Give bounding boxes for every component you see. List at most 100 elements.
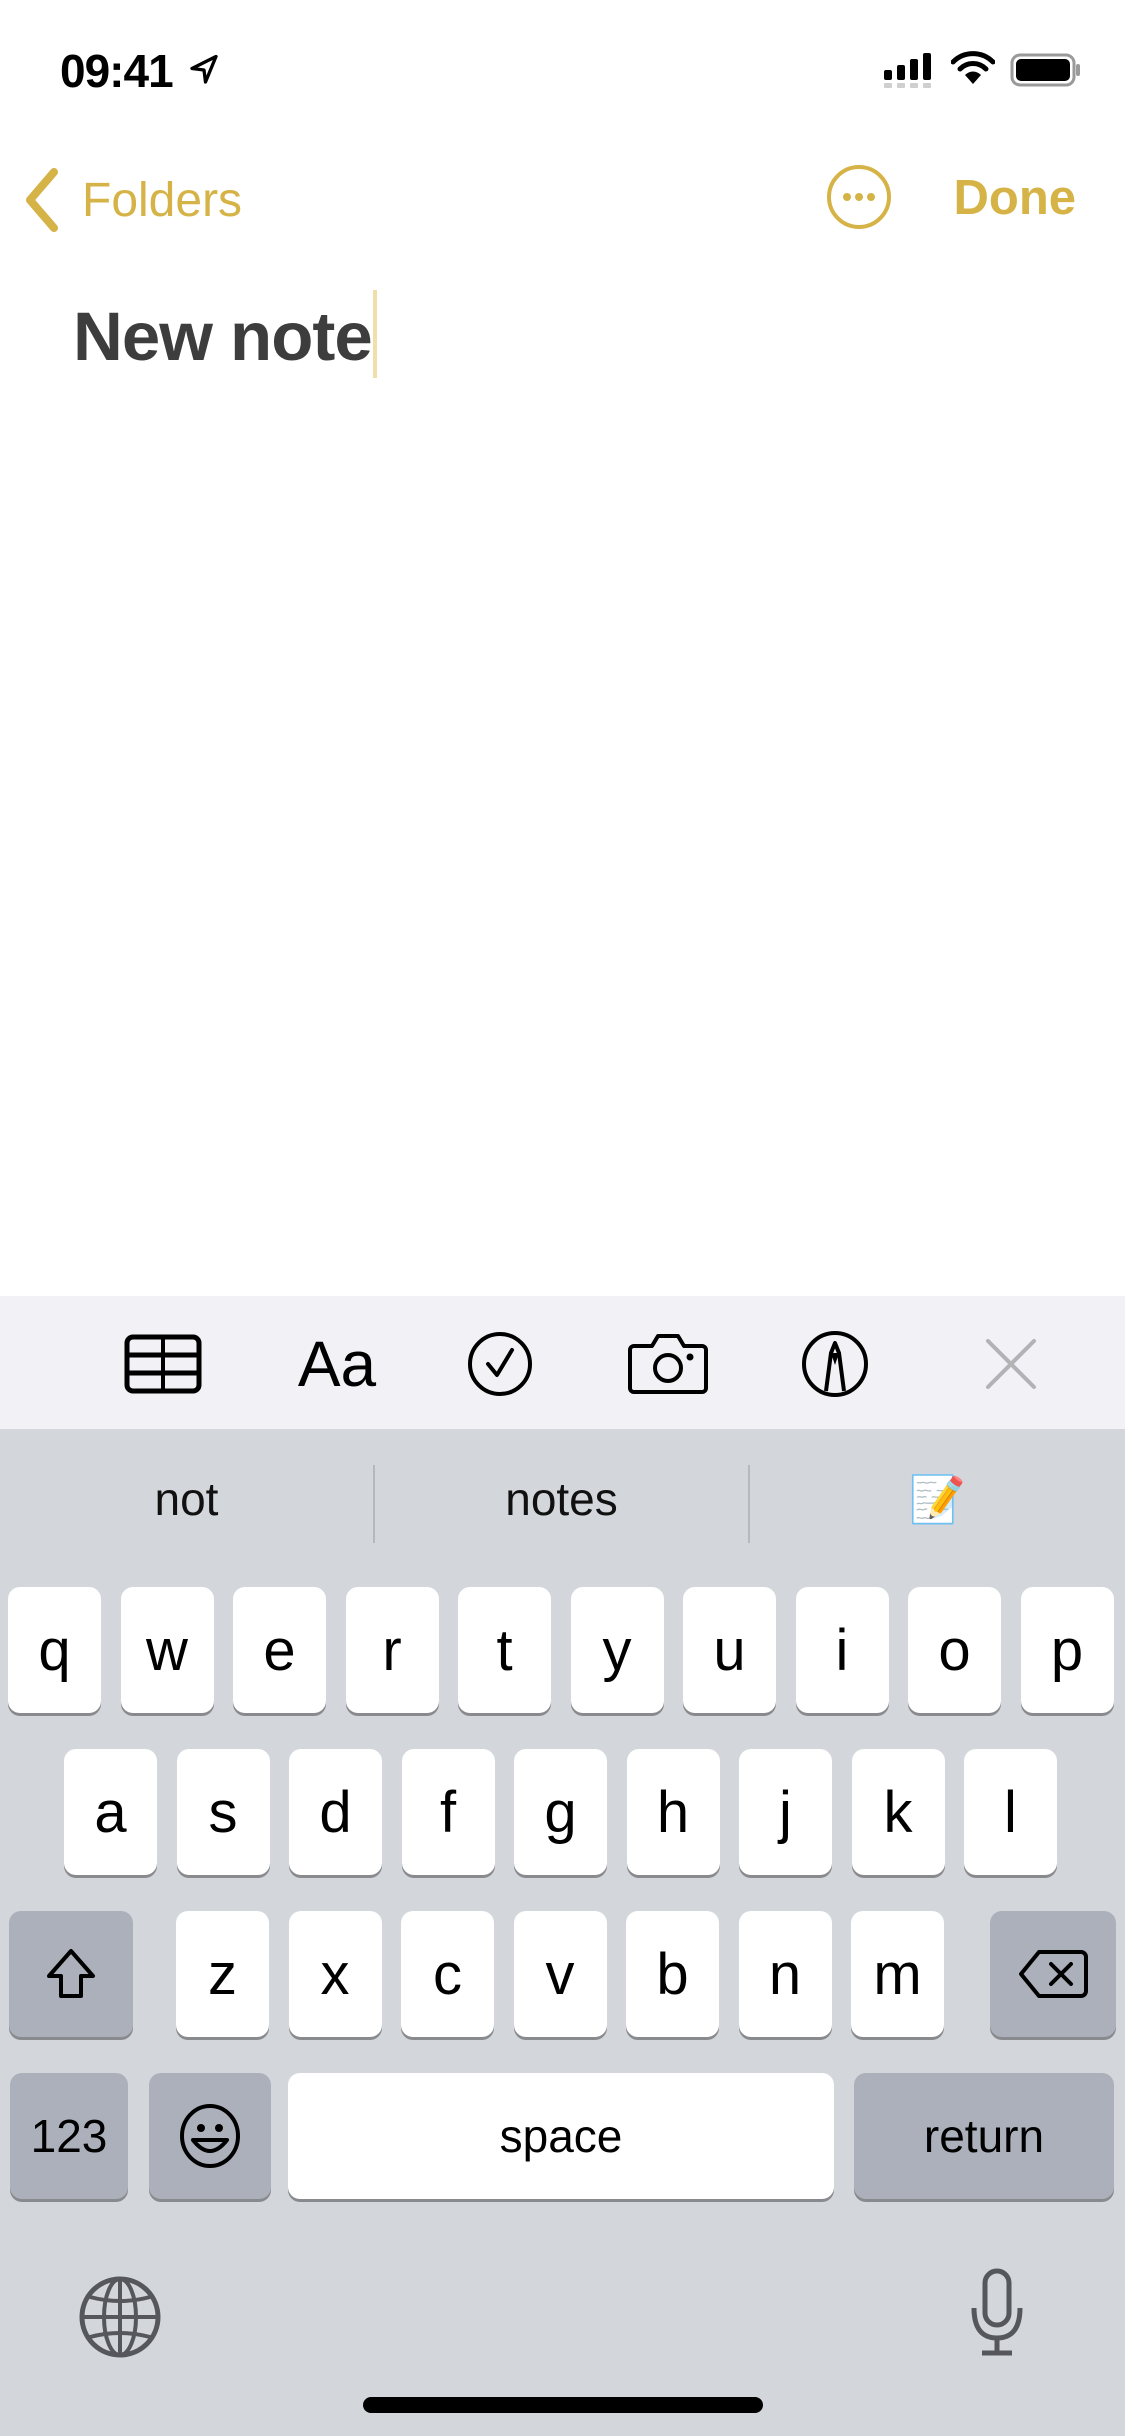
text-format-label: Aa [297,1328,377,1400]
key-g[interactable]: g [514,1749,607,1875]
key-e[interactable]: e [233,1587,326,1713]
status-time: 09:41 [60,45,174,97]
key-e-label: e [263,1617,296,1683]
key-i-label: i [835,1617,849,1683]
key-z[interactable]: z [176,1911,269,2037]
wifi-icon [951,51,995,84]
key-w-label: w [146,1617,188,1683]
key-r-label: r [382,1617,402,1683]
text-cursor [372,290,377,378]
done-button[interactable]: Done [954,170,1077,226]
chevron-left-icon [26,168,58,232]
close-toolbar-button[interactable] [984,1326,1038,1402]
shift-key[interactable] [9,1911,133,2037]
key-d-label: d [319,1779,352,1845]
key-f-label: f [439,1779,457,1845]
space-key[interactable]: space [288,2073,834,2199]
key-i[interactable]: i [795,1587,889,1713]
emoji-key[interactable] [149,2073,271,2199]
key-l-label: l [1004,1779,1017,1845]
key-h[interactable]: h [626,1749,720,1875]
key-n[interactable]: n [738,1911,832,2037]
location-arrow-icon [190,54,218,84]
key-x-label: x [320,1941,350,2007]
key-b-label: b [656,1941,689,2007]
key-w[interactable]: w [120,1587,214,1713]
key-j-label: j [779,1779,792,1845]
key-j[interactable]: j [739,1749,832,1875]
key-c-label: c [433,1941,462,2007]
key-c[interactable]: c [401,1911,494,2037]
back-to-folders-button[interactable]: Folders [22,168,242,232]
key-s-label: s [208,1779,238,1845]
return-key[interactable]: return [854,2073,1114,2199]
insert-table-button[interactable] [124,1326,202,1402]
delete-key[interactable] [990,1911,1116,2037]
camera-button[interactable] [628,1326,708,1402]
cellular-signal-icon [884,53,931,88]
microphone-icon[interactable] [970,2268,1024,2358]
key-m-label: m [873,1941,922,2007]
home-indicator[interactable] [363,2397,763,2413]
key-k-label: k [883,1779,913,1845]
key-p-label: p [1050,1617,1084,1683]
key-a[interactable]: a [64,1749,157,1875]
shift-icon [47,1949,95,1998]
note-title-editor[interactable]: New note [73,290,377,378]
keyboard: not notes 📝 q w e r t y u i o p a s d f g h j k l z x c v b n m 12… [0,1429,1125,2436]
predictive-bar: not notes 📝 [0,1429,1125,1579]
status-bar: 09:41 [0,0,1125,130]
key-o-label: o [938,1617,971,1683]
markup-button[interactable] [800,1326,870,1402]
key-t-label: t [496,1617,513,1683]
key-u-label: u [713,1617,746,1683]
close-icon [986,1339,1036,1389]
key-y-label: y [602,1617,632,1683]
markup-pen-icon [802,1331,868,1397]
checklist-button[interactable] [466,1326,534,1402]
suggestion-emoji[interactable]: 📝 [750,1459,1125,1539]
key-b[interactable]: b [626,1911,719,2037]
return-key-label: return [923,2110,1045,2162]
back-label: Folders [82,173,243,227]
key-f[interactable]: f [401,1749,495,1875]
key-q[interactable]: q [8,1587,101,1713]
key-m[interactable]: m [851,1911,944,2037]
key-d[interactable]: d [289,1749,382,1875]
space-key-label: space [499,2110,623,2162]
emoji-icon [180,2104,240,2168]
key-q-label: q [38,1617,71,1683]
text-format-button[interactable]: Aa [294,1326,380,1402]
battery-icon [1010,53,1080,87]
suggestion-item[interactable]: not [0,1459,373,1539]
key-z-label: z [208,1941,237,2007]
key-g-label: g [544,1779,577,1845]
key-k[interactable]: k [851,1749,945,1875]
table-icon [124,1334,202,1394]
numbers-key[interactable]: 123 [10,2073,128,2199]
key-h-label: h [656,1779,690,1845]
key-p[interactable]: p [1020,1587,1114,1713]
note-toolbar: Aa [0,1296,1125,1429]
delete-backspace-icon [1019,1950,1088,1998]
key-t[interactable]: t [458,1587,551,1713]
nav-bar: Folders Done [0,160,1125,240]
key-y[interactable]: y [570,1587,664,1713]
key-u[interactable]: u [683,1587,776,1713]
note-title-text: New note [73,298,373,375]
key-a-label: a [94,1779,127,1845]
ellipsis-circle-icon[interactable] [826,164,892,230]
key-l[interactable]: l [964,1749,1057,1875]
key-v-label: v [545,1941,575,2007]
suggestion-item[interactable]: notes [375,1459,748,1539]
key-v[interactable]: v [513,1911,607,2037]
key-o[interactable]: o [908,1587,1001,1713]
key-r[interactable]: r [345,1587,439,1713]
numbers-key-label: 123 [30,2110,108,2162]
camera-icon [628,1334,708,1394]
globe-icon[interactable] [78,2275,162,2359]
key-x[interactable]: x [288,1911,382,2037]
key-s[interactable]: s [176,1749,270,1875]
checklist-icon [468,1332,532,1396]
key-n-label: n [768,1941,802,2007]
